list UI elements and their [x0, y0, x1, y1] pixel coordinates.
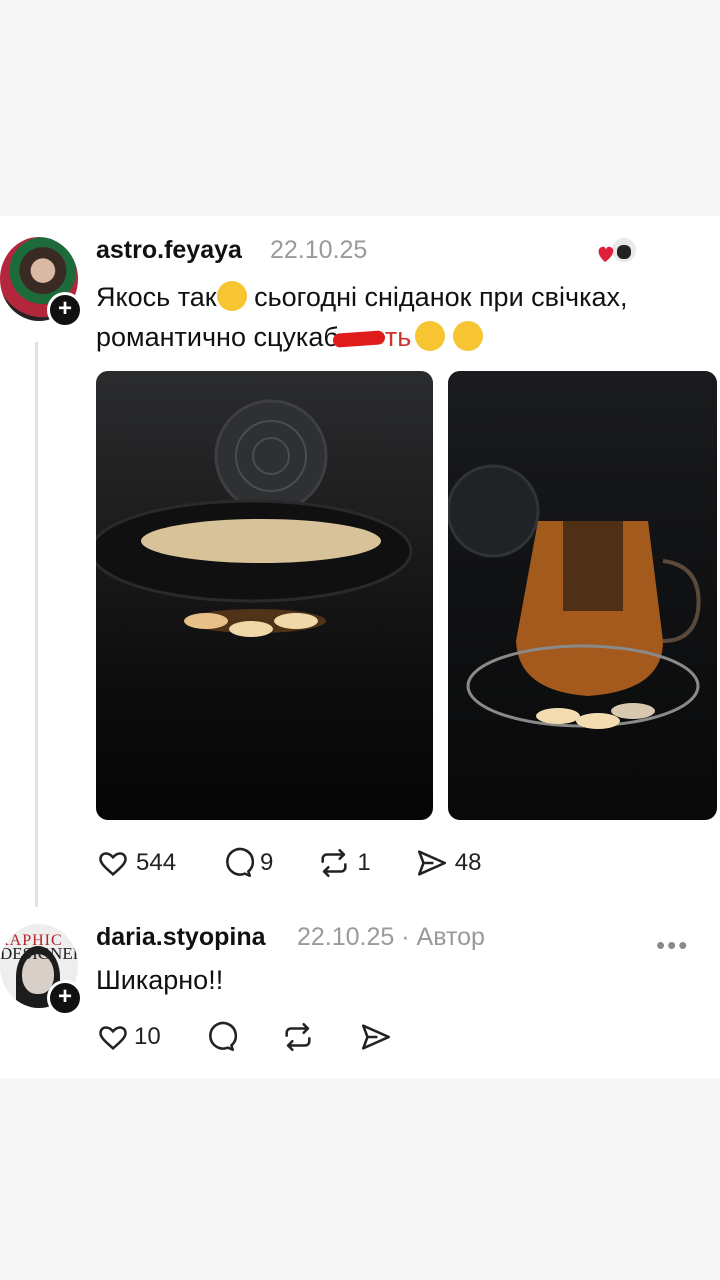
post-actions: 544 9 1 48 — [96, 846, 481, 880]
heart-icon — [99, 852, 127, 877]
post-text-line1b: сьогодні сніданок при свічках, — [246, 282, 628, 312]
reply-actions: 10 — [96, 1020, 393, 1054]
repost-icon — [285, 1022, 311, 1052]
post-photo-pancakes[interactable] — [96, 371, 433, 820]
reply-like-button[interactable]: 10 — [96, 1020, 161, 1054]
comment-button[interactable]: 9 — [220, 846, 273, 880]
follow-plus-icon[interactable]: + — [47, 980, 83, 1016]
reply-date-and-tag: 22.10.25 · Автор — [297, 923, 485, 952]
eye-roll-face-icon — [415, 321, 446, 351]
share-button[interactable]: 48 — [415, 846, 482, 880]
heart-icon — [99, 1026, 127, 1051]
post-username[interactable]: astro.feyaya — [96, 236, 242, 265]
sunglasses-face-icon — [452, 321, 483, 351]
post-text: Якось так сьогодні сніданок при свічках,… — [96, 277, 706, 357]
liked-by-author-icon — [598, 236, 638, 264]
post-text-line1a: Якось так — [96, 282, 217, 312]
comment-count: 9 — [260, 849, 274, 876]
avatar-logo-text-2: DESIGNER — [0, 944, 78, 963]
comment-icon — [226, 847, 255, 878]
author-tag: · Автор — [394, 923, 485, 951]
reply-username[interactable]: daria.styopina — [96, 923, 266, 952]
comment-icon — [208, 1021, 237, 1052]
thread-line — [35, 342, 38, 907]
send-icon — [361, 1024, 390, 1050]
censor-scribble — [332, 330, 386, 348]
like-count: 544 — [136, 849, 177, 876]
reply-comment-button[interactable] — [203, 1020, 237, 1054]
grinning-face-icon — [216, 281, 247, 311]
reply-repost-button[interactable] — [281, 1020, 315, 1054]
repost-button[interactable]: 1 — [317, 846, 371, 880]
reply-share-button[interactable] — [359, 1020, 393, 1054]
reply-text: Шикарно!! — [96, 965, 224, 995]
repost-icon — [321, 848, 348, 878]
more-options-icon[interactable]: ••• — [656, 930, 689, 961]
reply-like-count: 10 — [134, 1023, 161, 1050]
post-text-line2-tail: ть — [384, 322, 412, 352]
reply-date: 22.10.25 — [297, 923, 395, 951]
post-photo-teapot[interactable] — [448, 371, 717, 820]
like-button[interactable]: 544 — [96, 846, 176, 880]
repost-count: 1 — [357, 849, 371, 876]
send-icon — [417, 850, 446, 876]
post-date: 22.10.25 — [270, 236, 368, 264]
post-text-line2: романтично сцукаб — [96, 322, 339, 352]
share-count: 48 — [454, 849, 482, 876]
follow-plus-icon[interactable]: + — [47, 292, 83, 328]
